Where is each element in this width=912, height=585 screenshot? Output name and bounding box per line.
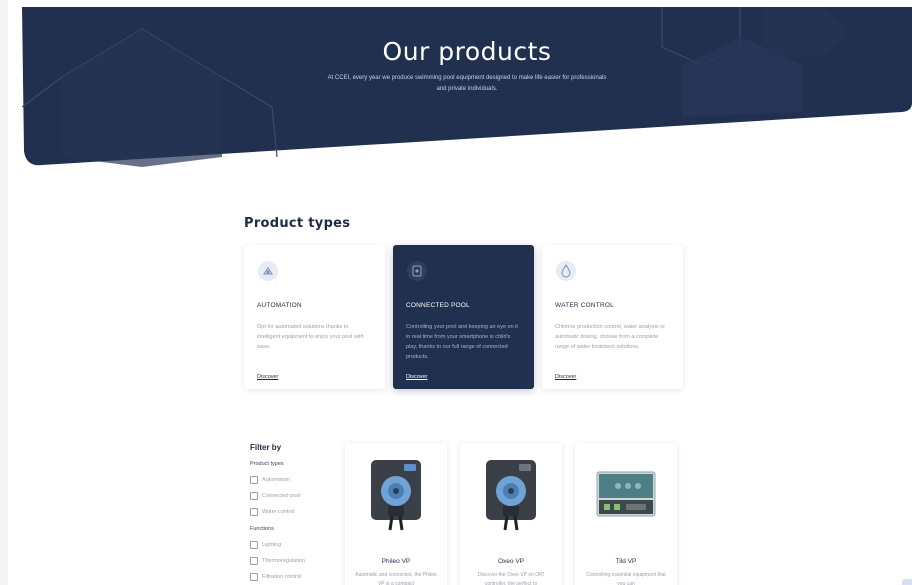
checkbox[interactable] xyxy=(250,492,258,500)
product-description: Controlling essential equipment that you… xyxy=(586,572,666,585)
discover-link[interactable]: Discover xyxy=(555,374,576,380)
discover-link[interactable]: Discover xyxy=(257,374,278,380)
filter-group-label: Functions xyxy=(250,526,274,532)
page: Our products At CCEI, every year we prod… xyxy=(8,0,912,585)
product-type-card-connected-pool[interactable]: CONNECTED POOL Controlling your pool and… xyxy=(393,245,534,389)
water-control-icon xyxy=(556,261,576,281)
hero-subtitle: At CCEI, every year we produce swimming … xyxy=(327,75,607,92)
type-name: CONNECTED POOL xyxy=(406,302,470,309)
product-type-card-water-control[interactable]: WATER CONTROL Chlorine production contro… xyxy=(542,245,683,389)
automation-icon xyxy=(258,261,278,281)
filter-thermoregulation[interactable]: Thermoregulation xyxy=(250,557,305,565)
type-name: AUTOMATION xyxy=(257,302,302,309)
product-description: Automatic and connected, the Phileo VP i… xyxy=(355,572,437,585)
filter-connected-pool[interactable]: Connected pool xyxy=(250,492,301,500)
product-description: Discover the Oxeo VP on OR! controller, … xyxy=(477,572,545,585)
checkbox[interactable] xyxy=(250,508,258,516)
filter-group-label: Product types xyxy=(250,461,284,467)
product-types-title: Product types xyxy=(244,216,351,231)
product-card-phileo-vp[interactable]: Phileo VP Automatic and connected, the P… xyxy=(345,443,447,585)
hero-banner: Our products At CCEI, every year we prod… xyxy=(22,7,912,167)
checkbox[interactable] xyxy=(250,557,258,565)
filter-title: Filter by xyxy=(250,443,282,452)
product-image xyxy=(486,460,536,531)
filter-option-label: Lighting xyxy=(262,542,282,548)
filter-option-label: Filtration control xyxy=(262,574,302,580)
product-image xyxy=(371,460,421,531)
product-name: Phileo VP xyxy=(381,558,411,565)
filter-filtration-control[interactable]: Filtration control xyxy=(250,573,301,581)
product-card-tild-vp[interactable]: Tild VP Controlling essential equipment … xyxy=(575,443,677,585)
checkbox[interactable] xyxy=(250,541,258,549)
filter-water-control[interactable]: Water control xyxy=(250,508,295,516)
page-title: Our products xyxy=(382,37,552,66)
connected-pool-icon xyxy=(407,261,427,281)
type-name: WATER CONTROL xyxy=(555,302,614,309)
type-description: Controlling your pool and keeping an eye… xyxy=(406,324,518,360)
product-card-oxeo-vp[interactable]: Oxeo VP Discover the Oxeo VP on OR! cont… xyxy=(460,443,562,585)
type-description: Chlorine production control, water analy… xyxy=(555,324,666,350)
filter-lighting[interactable]: Lighting xyxy=(250,541,281,549)
checkbox[interactable] xyxy=(250,476,258,484)
filter-option-label: Water control xyxy=(262,509,295,515)
corner-widget[interactable] xyxy=(902,579,912,585)
checkbox[interactable] xyxy=(250,573,258,581)
filter-option-label: Automation xyxy=(262,477,290,483)
product-type-card-automation[interactable]: AUTOMATION Opt for automated solutions t… xyxy=(244,245,385,389)
filter-option-label: Connected pool xyxy=(262,493,301,499)
type-description: Opt for automated solutions thanks to in… xyxy=(257,324,364,350)
filter-option-label: Thermoregulation xyxy=(262,558,306,564)
filter-automation[interactable]: Automation xyxy=(250,476,290,484)
product-name: Tild VP xyxy=(615,558,637,565)
product-image xyxy=(596,471,656,517)
discover-link[interactable]: Discover xyxy=(406,374,427,380)
product-name: Oxeo VP xyxy=(497,558,524,565)
